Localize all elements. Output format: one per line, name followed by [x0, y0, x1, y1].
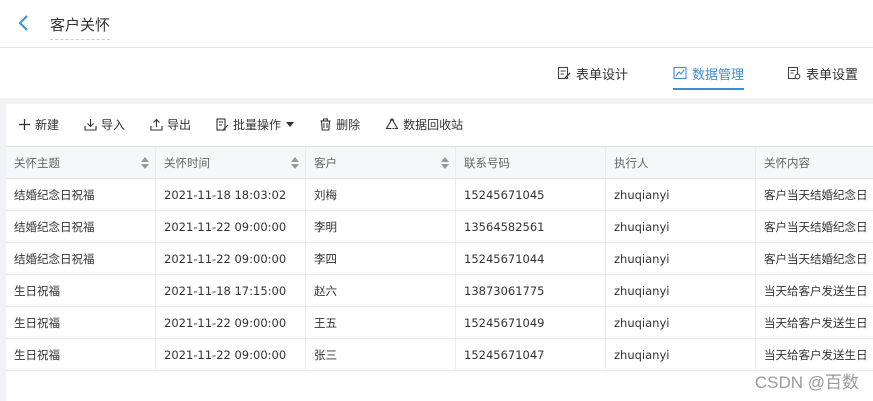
batch-label: 批量操作 — [233, 117, 282, 132]
new-label: 新建 — [35, 117, 60, 132]
tab-bar: 表单设计 数据管理 表单设置 — [0, 48, 873, 98]
column-header-customer[interactable]: 客户 — [306, 147, 456, 178]
cell-executor: zhuqianyi — [606, 179, 756, 210]
cell-executor: zhuqianyi — [606, 243, 756, 274]
plus-icon — [19, 118, 30, 130]
data-panel: 新建 导入 导出 批量操作 删除 数据回收站 关怀主题 关怀时间 客户 联系号码… — [0, 104, 873, 401]
watermark: CSDN @百数 — [754, 373, 859, 392]
tab-label: 表单设计 — [576, 68, 629, 83]
table-row[interactable]: 生日祝福 2021-11-18 17:15:00 赵六 13873061775 … — [6, 275, 873, 307]
cell-time: 2021-11-18 17:15:00 — [156, 275, 306, 306]
cell-content: 当天给客户发送生日 — [764, 315, 868, 330]
cell-customer: 李明 — [306, 211, 456, 242]
column-header-theme[interactable]: 关怀主题 — [6, 147, 156, 178]
delete-button[interactable]: 删除 — [319, 116, 360, 133]
top-bar: 客户关怀 — [0, 0, 873, 48]
tab-form-design[interactable]: 表单设计 — [557, 64, 628, 94]
data-table: 关怀主题 关怀时间 客户 联系号码 执行人 关怀内容 结婚纪念日祝福 2021-… — [6, 146, 873, 371]
delete-label: 删除 — [336, 117, 361, 132]
cell-phone: 13564582561 — [456, 211, 606, 242]
export-button[interactable]: 导出 — [150, 116, 191, 133]
sort-icon[interactable] — [441, 157, 449, 169]
cell-theme: 生日祝福 — [6, 339, 156, 370]
form-edit-icon — [557, 66, 571, 80]
cell-theme: 结婚纪念日祝福 — [6, 179, 156, 210]
table-row[interactable]: 结婚纪念日祝福 2021-11-22 09:00:00 李四 152456710… — [6, 243, 873, 275]
cell-phone: 15245671044 — [456, 243, 606, 274]
cell-phone: 15245671049 — [456, 307, 606, 338]
cell-content: 当天给客户发送生日 — [764, 283, 868, 298]
cell-content: 客户当天结婚纪念日 — [764, 187, 868, 202]
cell-executor: zhuqianyi — [606, 339, 756, 370]
cell-theme: 生日祝福 — [6, 275, 156, 306]
cell-theme: 生日祝福 — [6, 307, 156, 338]
chart-icon — [673, 66, 687, 80]
table-row[interactable]: 生日祝福 2021-11-22 09:00:00 王五 15245671049 … — [6, 307, 873, 339]
column-header-phone[interactable]: 联系号码 — [456, 147, 606, 178]
page-title: 客户关怀 — [50, 14, 111, 40]
tab-label: 数据管理 — [692, 68, 745, 83]
import-button[interactable]: 导入 — [84, 116, 125, 133]
cell-customer: 王五 — [306, 307, 456, 338]
cell-content: 客户当天结婚纪念日 — [764, 219, 868, 234]
cell-time: 2021-11-18 18:03:02 — [156, 179, 306, 210]
table-row[interactable]: 生日祝福 2021-11-22 09:00:00 张三 15245671047 … — [6, 339, 873, 371]
sort-icon[interactable] — [141, 157, 149, 169]
column-header-content[interactable]: 关怀内容 — [756, 147, 873, 178]
export-icon — [150, 118, 163, 131]
table-header-row: 关怀主题 关怀时间 客户 联系号码 执行人 关怀内容 — [6, 147, 873, 179]
cell-time: 2021-11-22 09:00:00 — [156, 243, 306, 274]
recycle-label: 数据回收站 — [403, 117, 464, 132]
cell-time: 2021-11-22 09:00:00 — [156, 339, 306, 370]
export-label: 导出 — [167, 117, 192, 132]
cell-customer: 李四 — [306, 243, 456, 274]
cell-time: 2021-11-22 09:00:00 — [156, 211, 306, 242]
cell-customer: 刘梅 — [306, 179, 456, 210]
cell-content: 客户当天结婚纪念日 — [764, 251, 868, 266]
import-icon — [84, 118, 97, 131]
recycle-icon — [385, 117, 399, 129]
cell-executor: zhuqianyi — [606, 275, 756, 306]
sort-icon[interactable] — [291, 157, 299, 169]
new-button[interactable]: 新建 — [18, 116, 59, 133]
settings-doc-icon — [787, 66, 801, 80]
cell-customer: 赵六 — [306, 275, 456, 306]
cell-content: 当天给客户发送生日 — [764, 347, 868, 362]
caret-down-icon — [286, 121, 295, 127]
cell-customer: 张三 — [306, 339, 456, 370]
toolbar: 新建 导入 导出 批量操作 删除 数据回收站 — [6, 104, 873, 144]
cell-theme: 结婚纪念日祝福 — [6, 243, 156, 274]
cell-time: 2021-11-22 09:00:00 — [156, 307, 306, 338]
tab-data-management[interactable]: 数据管理 — [673, 64, 745, 94]
tab-label: 表单设置 — [806, 68, 859, 83]
import-label: 导入 — [101, 117, 126, 132]
batch-operations-dropdown[interactable]: 批量操作 — [216, 116, 295, 133]
table-row[interactable]: 结婚纪念日祝福 2021-11-18 18:03:02 刘梅 152456710… — [6, 179, 873, 211]
column-header-executor[interactable]: 执行人 — [606, 147, 756, 178]
column-header-time[interactable]: 关怀时间 — [156, 147, 306, 178]
recycle-bin-button[interactable]: 数据回收站 — [385, 116, 463, 133]
cell-phone: 15245671045 — [456, 179, 606, 210]
table-row[interactable]: 结婚纪念日祝福 2021-11-22 09:00:00 李明 135645825… — [6, 211, 873, 243]
cell-theme: 结婚纪念日祝福 — [6, 211, 156, 242]
chevron-left-icon[interactable] — [14, 13, 34, 33]
edit-list-icon — [216, 117, 229, 131]
tab-form-settings[interactable]: 表单设置 — [787, 64, 858, 94]
cell-executor: zhuqianyi — [606, 211, 756, 242]
cell-phone: 13873061775 — [456, 275, 606, 306]
trash-icon — [320, 118, 331, 131]
cell-executor: zhuqianyi — [606, 307, 756, 338]
cell-phone: 15245671047 — [456, 339, 606, 370]
